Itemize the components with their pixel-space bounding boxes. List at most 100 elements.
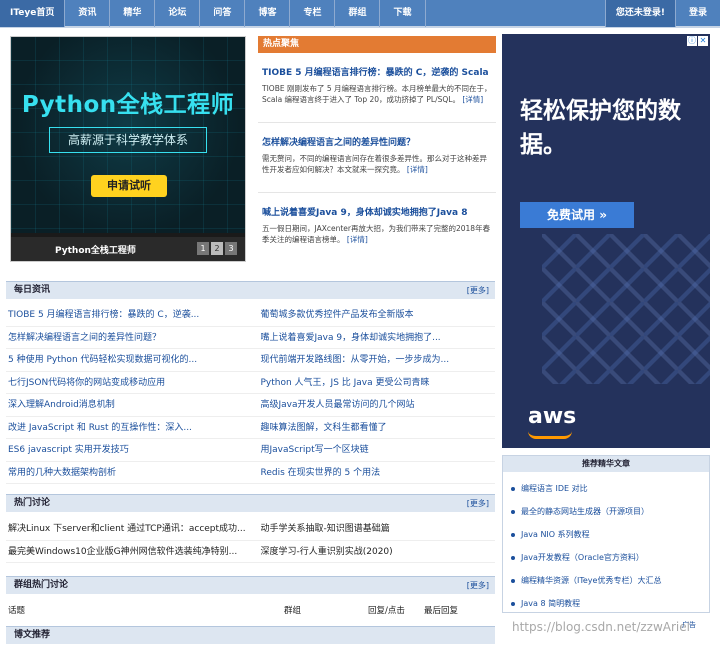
hot-discussion-title: 热门讨论 — [14, 498, 51, 508]
hot-story-title[interactable]: 怎样解决编程语言之间的差异性问题？ — [262, 135, 492, 148]
daily-news-list: TIOBE 5 月编程语言排行榜：暴跌的 C，逆袭... 葡萄城多款优秀控件产品… — [6, 304, 495, 484]
discussion-link[interactable]: 解决Linux 下server和client 通过TCP通讯：accept成功.… — [6, 518, 251, 541]
discussion-link[interactable]: 深度学习-行人重识别实战(2020) — [250, 541, 495, 563]
group-discussion-more-link[interactable]: [更多] — [467, 577, 489, 594]
daily-news-header: 每日资讯 [更多] — [6, 281, 495, 299]
group-discussion-header: 群组热门讨论 [更多] — [6, 576, 495, 594]
nav-groups[interactable]: 群组 — [335, 0, 381, 27]
aws-smile-icon — [528, 431, 572, 439]
daily-news-link[interactable]: 用JavaScript写一个区块链 — [250, 439, 495, 462]
hot-discussion-list: 解决Linux 下server和client 通过TCP通讯：accept成功.… — [6, 518, 495, 563]
list-item[interactable]: 编程语言 IDE 对比 — [511, 477, 709, 500]
nav-qa[interactable]: 问答 — [200, 0, 246, 27]
nav-blog[interactable]: 博客 — [245, 0, 291, 27]
hot-story-desc: TIOBE 刚刚发布了 5 月编程语言排行榜。本月榜单最大的不同在于，Scala… — [262, 83, 492, 122]
daily-news-link[interactable]: 5 种使用 Python 代码轻松实现数据可视化的... — [6, 349, 251, 372]
banner-caption[interactable]: Python全栈工程师 — [55, 243, 136, 256]
banner-page-2[interactable]: 2 — [211, 242, 223, 255]
list-item: 怎样解决编程语言之间的差异性问题？ 嘴上说着喜爱Java 9，身体却诚实地拥抱了… — [6, 327, 495, 349]
hot-story-more-link[interactable]: [详情] — [347, 235, 368, 244]
login-prompt: 您还未登录! — [604, 0, 675, 27]
list-item[interactable]: Java 8 简明教程 — [511, 592, 709, 615]
daily-news-link[interactable]: ES6 javascript 实用开发技巧 — [6, 439, 251, 462]
hot-discussion-more-link[interactable]: [更多] — [467, 495, 489, 512]
login-link[interactable]: 登录 — [674, 0, 720, 27]
daily-news-link[interactable]: 深入理解Android消息机制 — [6, 394, 251, 417]
daily-news-link[interactable]: TIOBE 5 月编程语言排行榜：暴跌的 C，逆袭... — [6, 304, 251, 327]
blog-recommend-title: 博文推荐 — [14, 630, 51, 640]
daily-news-link[interactable]: 怎样解决编程语言之间的差异性问题？ — [6, 327, 251, 349]
hot-story-more-link[interactable]: [详情] — [462, 95, 483, 104]
list-item: 七行JSON代码将你的网站变成移动应用 Python 人气王，JS 比 Java… — [6, 372, 495, 394]
discussion-link[interactable]: 动手学关系抽取-知识图谱基础篇 — [250, 518, 495, 541]
nav-featured[interactable]: 精华 — [110, 0, 156, 27]
ad-close-icon[interactable]: ✕ — [698, 36, 708, 46]
hot-story-more-link[interactable]: [详情] — [407, 165, 428, 174]
banner-caption-bar: Python全栈工程师 1 2 3 — [11, 237, 245, 261]
daily-news-link[interactable]: 高级Java开发人员最常访问的几个网站 — [250, 394, 495, 417]
nav-news[interactable]: 资讯 — [65, 0, 111, 27]
recommended-link[interactable]: Java开发教程（Oracle官方资料） — [521, 553, 644, 562]
ad-info-icon[interactable]: ⓘ — [687, 36, 697, 46]
list-item: 常用的几种大数据架构剖析 Redis 在现实世界的 5 个用法 — [6, 462, 495, 484]
daily-news-link[interactable]: Redis 在现实世界的 5 个用法 — [250, 462, 495, 484]
hot-story-title[interactable]: TIOBE 5 月编程语言排行榜：暴跌的 C，逆袭的 Scala — [262, 65, 492, 78]
recommended-header: 推荐精华文章 — [503, 456, 709, 472]
hot-story-title[interactable]: 喊上说着喜爱Java 9，身体却诚实地拥抱了Java 8 — [262, 205, 492, 218]
list-item: 5 种使用 Python 代码轻松实现数据可视化的... 现代前端开发路线图：从… — [6, 349, 495, 372]
group-discussion-title: 群组热门讨论 — [14, 580, 69, 590]
recommended-link[interactable]: 最全的静态网站生成器（开源项目） — [521, 507, 649, 516]
banner-cta-button[interactable]: 申请试听 — [91, 175, 167, 197]
hot-story: TIOBE 5 月编程语言排行榜：暴跌的 C，逆袭的 Scala TIOBE 刚… — [258, 65, 496, 123]
daily-news-title: 每日资讯 — [14, 285, 51, 295]
discussion-link[interactable]: 最完美Windows10企业版G神州网信软件选装纯净特别... — [6, 541, 251, 563]
list-item[interactable]: Java NIO 系列教程 — [511, 523, 709, 546]
ad-cubes-graphic — [542, 234, 710, 384]
recommended-link[interactable]: 编程语言 IDE 对比 — [521, 484, 588, 493]
ad-free-trial-button[interactable]: 免费试用 » — [520, 202, 634, 228]
list-item[interactable]: 最全的静态网站生成器（开源项目） — [511, 500, 709, 523]
hot-story: 喊上说着喜爱Java 9，身体却诚实地拥抱了Java 8 五一假日期间，JAXc… — [258, 205, 496, 262]
daily-news-more-link[interactable]: [更多] — [467, 282, 489, 299]
daily-news-link[interactable]: Python 人气王，JS 比 Java 更受公司青睐 — [250, 372, 495, 394]
recommended-link[interactable]: 编程精华资源（ITeye优秀专栏）大汇总 — [521, 576, 661, 585]
daily-news-link[interactable]: 葡萄城多款优秀控件产品发布全新版本 — [250, 304, 495, 327]
bullet-icon — [511, 509, 515, 514]
recommended-list: 编程语言 IDE 对比 最全的静态网站生成器（开源项目） Java NIO 系列… — [503, 472, 709, 615]
daily-news-link[interactable]: 现代前端开发路线图：从零开始，一步步成为... — [250, 349, 495, 372]
nav-column[interactable]: 专栏 — [290, 0, 336, 27]
bullet-icon — [511, 578, 515, 583]
daily-news-link[interactable]: 常用的几种大数据架构剖析 — [6, 462, 251, 484]
list-item: 改进 JavaScript 和 Rust 的互操作性：深入... 趣味算法图解，… — [6, 417, 495, 439]
daily-news-link[interactable]: 改进 JavaScript 和 Rust 的互操作性：深入... — [6, 417, 251, 439]
nav-forum[interactable]: 论坛 — [155, 0, 201, 27]
daily-news-link[interactable]: 嘴上说着喜爱Java 9，身体却诚实地拥抱了... — [250, 327, 495, 349]
banner-page-3[interactable]: 3 — [225, 242, 237, 255]
daily-news-link[interactable]: 趣味算法图解，文科生都看懂了 — [250, 417, 495, 439]
hot-news-header: 热点聚焦 — [258, 36, 496, 53]
aws-ad[interactable]: ⓘ ✕ 轻松保护您的数据。 免费试用 » aws — [502, 34, 710, 448]
top-nav: ITeye首页 资讯 精华 论坛 问答 博客 专栏 群组 下载 您还未登录! 登… — [0, 0, 720, 28]
bullet-icon — [511, 486, 515, 491]
recommended-articles: 推荐精华文章 编程语言 IDE 对比 最全的静态网站生成器（开源项目） Java… — [502, 455, 710, 613]
blog-recommend-header: 博文推荐 — [6, 626, 495, 644]
ad-headline: 轻松保护您的数据。 — [520, 98, 681, 158]
list-item[interactable]: Java开发教程（Oracle官方资料） — [511, 546, 709, 569]
list-item: 解决Linux 下server和client 通过TCP通讯：accept成功.… — [6, 518, 495, 541]
group-table-header: 话题 群组 回复/点击 最后回复 — [6, 602, 495, 618]
list-item[interactable]: 编程精华资源（ITeye优秀专栏）大汇总 — [511, 569, 709, 592]
recommended-link[interactable]: Java NIO 系列教程 — [521, 530, 590, 539]
nav-home[interactable]: ITeye首页 — [0, 0, 66, 27]
recommended-link[interactable]: Java 8 简明教程 — [521, 599, 580, 608]
banner-page-1[interactable]: 1 — [197, 242, 209, 255]
nav-download[interactable]: 下载 — [380, 0, 426, 27]
hot-story: 怎样解决编程语言之间的差异性问题？ 需无赘问，不同的编程语言间存在着很多差异性。… — [258, 135, 496, 193]
bullet-icon — [511, 601, 515, 606]
banner-title: Python全栈工程师 — [21, 92, 235, 118]
daily-news-link[interactable]: 七行JSON代码将你的网站变成移动应用 — [6, 372, 251, 394]
bullet-icon — [511, 555, 515, 560]
banner-carousel[interactable]: Python全栈工程师 高薪源于科学教学体系 申请试听 Python全栈工程师 … — [10, 36, 246, 262]
banner-subtitle: 高薪源于科学教学体系 — [49, 127, 207, 153]
list-item: 深入理解Android消息机制 高级Java开发人员最常访问的几个网站 — [6, 394, 495, 417]
hot-story-desc-text: 需无赘问，不同的编程语言间存在着很多差异性。那么对于这种差异性开发者应如何解决？… — [262, 154, 487, 174]
